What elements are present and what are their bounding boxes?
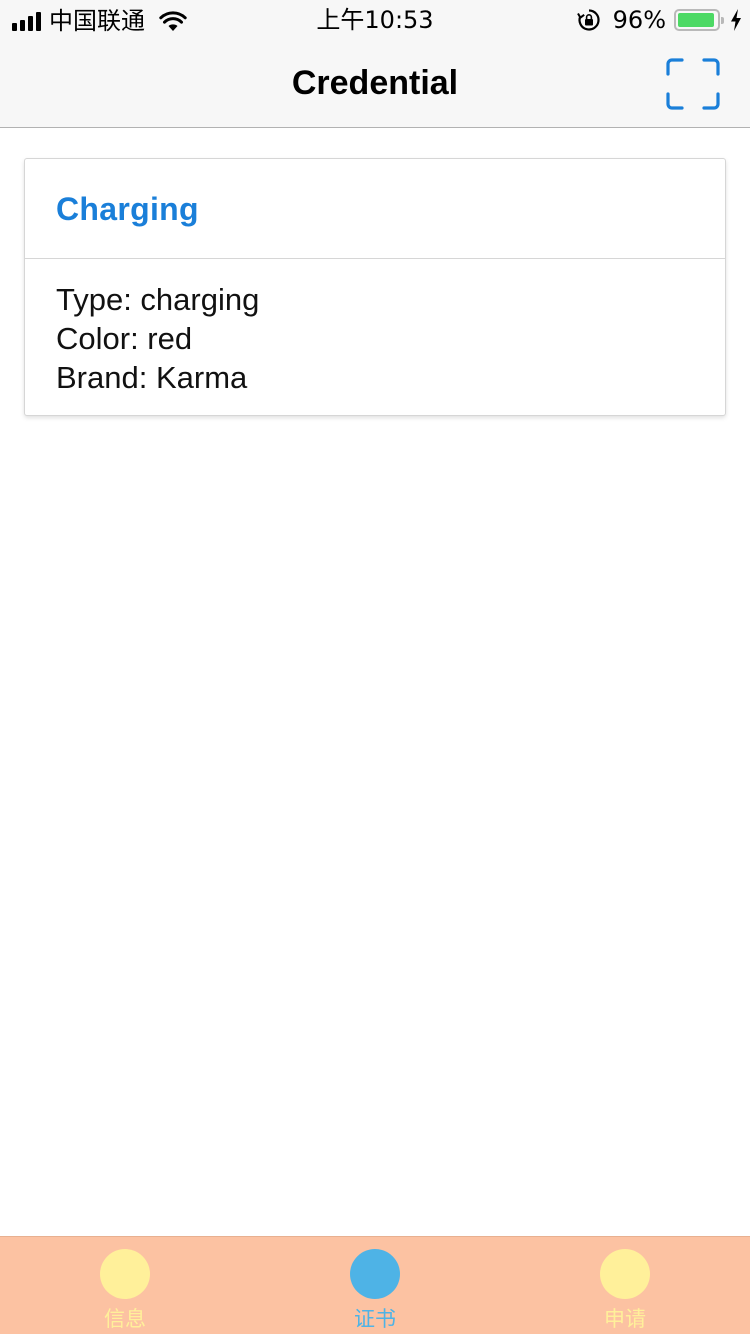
battery-percent: 96% xyxy=(612,6,666,34)
page-title: Credential xyxy=(291,64,459,102)
detail-type: Type: charging xyxy=(56,282,260,317)
card-header: Charging xyxy=(25,159,725,259)
detail-brand: Brand: Karma xyxy=(56,360,248,395)
tab-info[interactable]: 信息 xyxy=(0,1237,250,1334)
tab-apply-icon xyxy=(600,1249,650,1299)
credential-title: Charging xyxy=(56,191,199,227)
status-bar: 中国联通 上午10:53 96% xyxy=(0,0,750,40)
rotation-lock-icon xyxy=(576,9,600,31)
battery-nub xyxy=(721,17,724,24)
credential-card[interactable]: Charging Type: charging Color: red Brand… xyxy=(24,158,726,416)
status-right: 96% xyxy=(576,6,742,34)
tab-certificate-label: 证书 xyxy=(354,1307,396,1331)
tab-apply[interactable]: 申请 xyxy=(500,1237,750,1334)
navigation-bar: Credential xyxy=(0,40,750,128)
battery-fill xyxy=(678,13,715,27)
scan-button[interactable] xyxy=(666,58,720,110)
tab-certificate-icon xyxy=(350,1249,400,1299)
tab-certificate[interactable]: 证书 xyxy=(250,1237,500,1334)
tab-bar: 信息 证书 申请 xyxy=(0,1236,750,1334)
card-body: Type: charging Color: red Brand: Karma xyxy=(25,259,725,397)
tab-info-icon xyxy=(100,1249,150,1299)
detail-color: Color: red xyxy=(56,321,193,356)
tab-info-label: 信息 xyxy=(104,1307,146,1331)
tab-apply-label: 申请 xyxy=(604,1307,646,1331)
battery-icon xyxy=(674,9,724,31)
charging-bolt-icon xyxy=(731,9,741,31)
scan-frame-icon xyxy=(666,58,720,110)
